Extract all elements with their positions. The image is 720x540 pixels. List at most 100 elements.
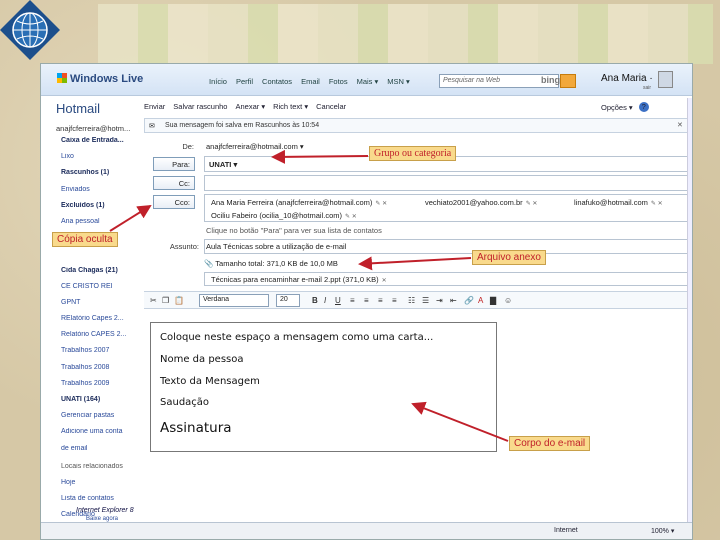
bcc-button[interactable]: Cco: bbox=[153, 195, 195, 209]
italic-icon[interactable]: I bbox=[324, 296, 326, 305]
from-select[interactable]: anajfcferreira@hotmail.com ▾ bbox=[206, 142, 304, 151]
bcc-chip[interactable]: linafuko@hotmail.com ✎ ✕ bbox=[574, 198, 663, 207]
sidebar-item[interactable] bbox=[61, 250, 141, 266]
nav-perfil[interactable]: Perfil bbox=[236, 77, 253, 86]
body-line: Nome da pessoa bbox=[160, 354, 244, 365]
folder-sidebar: Caixa de Entrada... Lixo Rascunhos (1) Envi… bbox=[61, 137, 141, 528]
sidebar-item[interactable]: GPNT bbox=[61, 299, 141, 315]
font-size-select[interactable]: 20 bbox=[276, 294, 300, 307]
body-line: Texto da Mensagem bbox=[160, 376, 260, 387]
attachment-file[interactable]: Técnicas para encaminhar e-mail 2.ppt (3… bbox=[211, 275, 387, 284]
remove-chip-icon[interactable]: ✎ ✕ bbox=[375, 201, 387, 207]
callout-corpo-email: Corpo do e-mail bbox=[509, 436, 591, 451]
justify-icon[interactable]: ≡ bbox=[392, 296, 397, 305]
sidebar-item[interactable]: Trabalhos 2008 bbox=[61, 364, 141, 380]
nav-msn[interactable]: MSN ▾ bbox=[387, 77, 410, 86]
align-right-icon[interactable]: ≡ bbox=[378, 296, 383, 305]
sign-out-link[interactable]: sair bbox=[643, 85, 651, 91]
avatar[interactable] bbox=[658, 71, 673, 88]
cc-button[interactable]: Cc: bbox=[153, 176, 195, 190]
highlight-icon[interactable]: ▇ bbox=[490, 296, 496, 305]
body-line: Coloque neste espaço a mensagem como uma… bbox=[160, 332, 434, 343]
link-icon[interactable]: 🔗 bbox=[464, 296, 474, 305]
sidebar-item[interactable]: Locais relacionados bbox=[61, 463, 141, 479]
sidebar-item[interactable]: Lixo bbox=[61, 153, 141, 169]
outdent-icon[interactable]: ⇤ bbox=[450, 296, 457, 305]
numbered-list-icon[interactable]: ☷ bbox=[408, 296, 415, 305]
zoom-level[interactable]: 100% ▾ bbox=[651, 527, 674, 535]
bcc-chip[interactable]: Ana Maria Ferreira (anajfcferreira@hotma… bbox=[211, 198, 387, 207]
nav-mais[interactable]: Mais ▾ bbox=[357, 77, 379, 86]
bing-logo: bing bbox=[541, 75, 560, 85]
message-body-editor[interactable]: Coloque neste espaço a mensagem como uma… bbox=[150, 322, 497, 452]
sidebar-item[interactable]: Hoje bbox=[61, 479, 141, 495]
draft-saved-text: Sua mensagem foi salva em Rascunhos às 1… bbox=[165, 122, 320, 129]
align-left-icon[interactable]: ≡ bbox=[350, 296, 355, 305]
sidebar-item[interactable]: UNATI (164) bbox=[61, 396, 141, 412]
callout-copia-oculta: Cópia oculta bbox=[52, 232, 118, 247]
sidebar-item[interactable]: Gerenciar pastas bbox=[61, 412, 141, 428]
copy-icon[interactable]: ❐ bbox=[162, 296, 169, 305]
subject-label: Assunto: bbox=[169, 242, 199, 251]
sidebar-item[interactable]: Trabalhos 2007 bbox=[61, 347, 141, 363]
sidebar-item[interactable]: Rascunhos (1) bbox=[61, 169, 141, 185]
hotmail-title[interactable]: Hotmail bbox=[56, 101, 100, 116]
to-button[interactable]: Para: bbox=[153, 157, 195, 171]
sidebar-item[interactable]: Excluídos (1) bbox=[61, 202, 141, 218]
from-label: De: bbox=[182, 142, 194, 151]
sidebar-item[interactable]: Adicione uma conta bbox=[61, 428, 141, 444]
bcc-chip[interactable]: Ociliu Fabeiro (ocilia_10@hotmail.com) ✎ … bbox=[211, 211, 357, 220]
user-name[interactable]: Ana Maria · bbox=[601, 73, 653, 84]
remove-chip-icon[interactable]: ✎ ✕ bbox=[526, 201, 538, 207]
options-button[interactable]: Opções ▾ bbox=[601, 103, 633, 112]
send-button[interactable]: Enviar bbox=[144, 102, 165, 111]
remove-attachment-icon[interactable]: ✕ bbox=[382, 278, 387, 284]
close-icon[interactable]: ✕ bbox=[677, 121, 683, 129]
attach-button[interactable]: Anexar ▾ bbox=[235, 102, 265, 111]
compose-toolbar: Enviar Salvar rascunho Anexar ▾ Rich tex… bbox=[144, 102, 346, 111]
sidebar-item[interactable]: CE CRISTO REI bbox=[61, 283, 141, 299]
emoticon-icon[interactable]: ☺ bbox=[504, 296, 512, 305]
align-center-icon[interactable]: ≡ bbox=[364, 296, 369, 305]
bold-icon[interactable]: B bbox=[312, 296, 318, 305]
indent-icon[interactable]: ⇥ bbox=[436, 296, 443, 305]
nav-contatos[interactable]: Contatos bbox=[262, 77, 292, 86]
cut-icon[interactable]: ✂ bbox=[150, 296, 157, 305]
bcc-chip[interactable]: vechiato2001@yahoo.com.br ✎ ✕ bbox=[425, 198, 537, 207]
font-color-icon[interactable]: A bbox=[478, 296, 483, 305]
nav-email[interactable]: Email bbox=[301, 77, 320, 86]
sidebar-item[interactable]: Enviados bbox=[61, 186, 141, 202]
remove-chip-icon[interactable]: ✎ ✕ bbox=[651, 201, 663, 207]
save-draft-button[interactable]: Salvar rascunho bbox=[173, 102, 227, 111]
callout-grupo-categoria: Grupo ou categoria bbox=[369, 146, 457, 161]
security-zone: Internet bbox=[554, 527, 578, 534]
sidebar-item[interactable]: Caixa de Entrada... bbox=[61, 137, 141, 153]
cc-field[interactable] bbox=[204, 175, 689, 191]
subject-value: Aula Técnicas sobre a utilização de e-ma… bbox=[206, 242, 347, 251]
underline-icon[interactable]: U bbox=[335, 296, 341, 305]
windows-live-logo[interactable]: Windows Live bbox=[57, 73, 143, 85]
sidebar-item[interactable]: Trabalhos 2009 bbox=[61, 380, 141, 396]
sidebar-item[interactable]: de email bbox=[61, 445, 141, 461]
cancel-button[interactable]: Cancelar bbox=[316, 102, 346, 111]
remove-chip-icon[interactable]: ✎ ✕ bbox=[345, 214, 357, 220]
body-signature: Assinatura bbox=[160, 420, 232, 436]
windows-live-topbar: Windows Live Início Perfil Contatos Emai… bbox=[41, 64, 692, 96]
font-family-select[interactable]: Verdana bbox=[199, 294, 269, 307]
account-email[interactable]: anajfcferreira@hotm... bbox=[56, 124, 130, 133]
ie8-ad-logo[interactable]: Internet Explorer 8 bbox=[76, 507, 134, 514]
paste-icon[interactable]: 📋 bbox=[174, 296, 184, 305]
sidebar-item[interactable]: RElatório Capes 2... bbox=[61, 315, 141, 331]
vertical-scrollbar[interactable] bbox=[687, 98, 692, 522]
nav-inicio[interactable]: Início bbox=[209, 77, 227, 86]
bullet-list-icon[interactable]: ☰ bbox=[422, 296, 429, 305]
rich-text-button[interactable]: Rich text ▾ bbox=[273, 102, 308, 111]
sidebar-item[interactable]: Relatório CAPES 2... bbox=[61, 331, 141, 347]
toolbar-right: Opções ▾ ? bbox=[601, 102, 649, 112]
to-chip-unati[interactable]: UNATI ▾ bbox=[209, 160, 237, 169]
sidebar-item[interactable]: Cida Chagas (21) bbox=[61, 267, 141, 283]
search-button[interactable] bbox=[560, 74, 576, 88]
nav-fotos[interactable]: Fotos bbox=[329, 77, 348, 86]
help-icon[interactable]: ? bbox=[638, 102, 649, 112]
formatting-toolbar: ✂ ❐ 📋 Verdana 20 B I U ≡ ≡ ≡ ≡ ☷ ☰ ⇥ ⇤ 🔗… bbox=[144, 291, 689, 309]
